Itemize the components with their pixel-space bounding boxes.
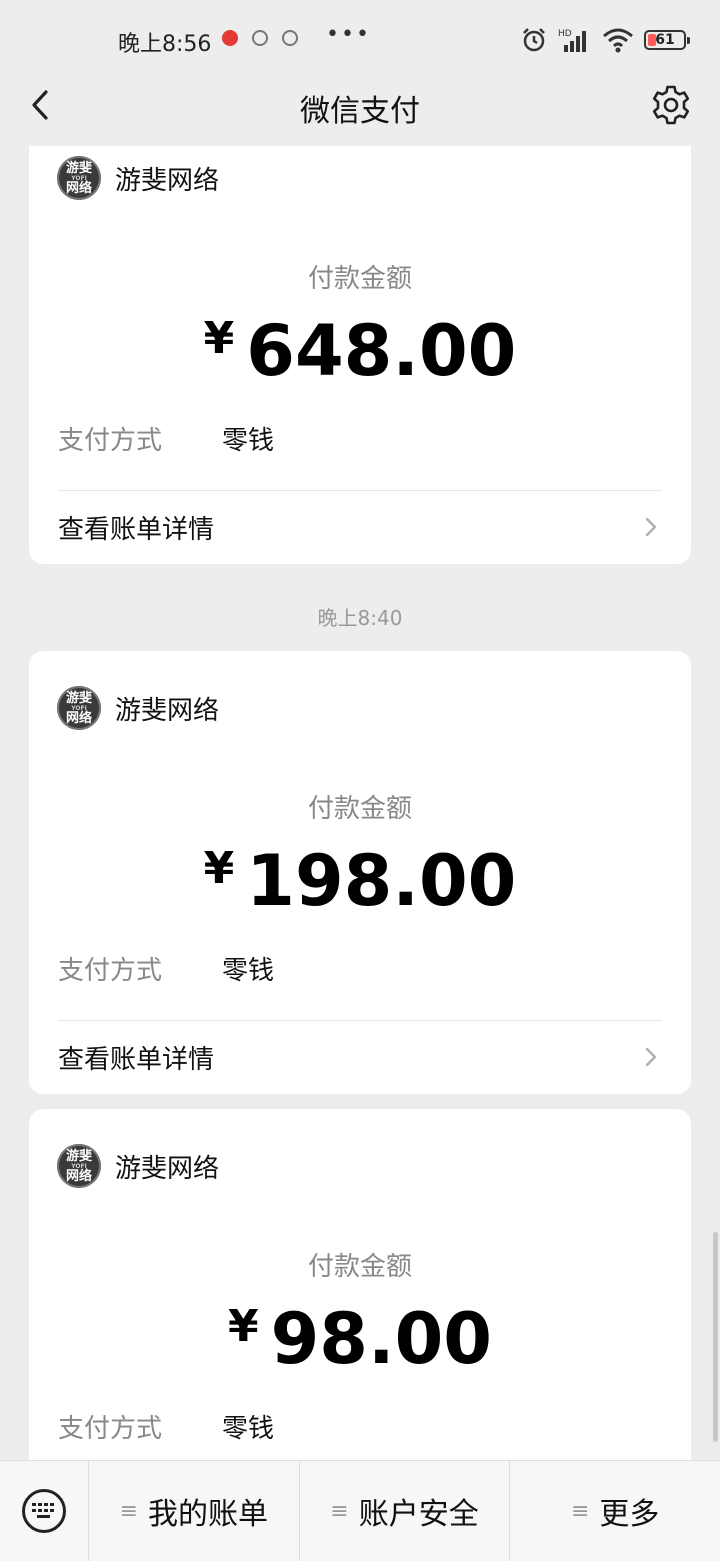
view-bill-details-button[interactable]: 查看账单详情 [58, 491, 662, 563]
merchant-name: 游斐网络 [115, 165, 220, 196]
payment-card: 游斐 YOFI 网络 游斐网络 付款金额 ¥198.00 支付方式 零钱 查看账… [29, 651, 691, 1094]
notification-icons [222, 30, 298, 46]
amount-value: 98.00 [270, 1298, 493, 1380]
logo-text-top: 游斐 [65, 160, 92, 176]
menu-icon: ≡ [570, 1498, 590, 1524]
wifi-icon [603, 28, 633, 53]
logo-text-top: 游斐 [65, 1148, 92, 1164]
payment-method-row: 支付方式 零钱 [58, 950, 274, 987]
logo-text-bottom: 网络 [65, 1168, 92, 1184]
merchant-name: 游斐网络 [115, 1153, 220, 1184]
app-notification-icon [222, 30, 238, 46]
menu-account-security[interactable]: ≡ 账户安全 [298, 1461, 510, 1561]
logo-text-bottom: 网络 [65, 180, 92, 196]
payment-method-label: 支付方式 [58, 1414, 163, 1444]
system-status-icons: HD 61 [520, 26, 690, 54]
menu-icon: ≡ [330, 1498, 349, 1524]
payment-method-row: 支付方式 零钱 [58, 420, 274, 457]
payment-amount: ¥198.00 [29, 840, 691, 922]
payment-method-label: 支付方式 [58, 956, 163, 986]
amount-label: 付款金额 [307, 264, 412, 294]
more-notifications-icon: ••• [326, 22, 371, 47]
merchant-logo: 游斐 YOFI 网络 [57, 156, 101, 200]
chevron-right-icon [645, 1047, 657, 1067]
status-time: 晚上8:56 [118, 32, 212, 57]
view-bill-details-label: 查看账单详情 [58, 514, 215, 545]
page-title: 微信支付 [300, 94, 420, 129]
battery-level: 61 [655, 32, 675, 48]
logo-text-top: 游斐 [65, 690, 92, 706]
logo-text-bottom: 网络 [65, 710, 92, 726]
payment-method-label: 支付方式 [58, 426, 163, 456]
svg-text:HD: HD [558, 29, 572, 39]
status-bar: 晚上8:56 ••• HD 61 [0, 0, 720, 80]
gear-icon [652, 85, 690, 125]
currency-symbol: ¥ [203, 843, 235, 894]
amount-value: 198.00 [246, 840, 517, 922]
alarm-icon [523, 28, 545, 52]
menu-label: 我的账单 [148, 1497, 269, 1532]
navigation-bar: 微信支付 [0, 70, 720, 140]
menu-label: 账户安全 [358, 1497, 479, 1532]
scrollbar[interactable] [713, 1232, 718, 1442]
menu-my-bills[interactable]: ≡ 我的账单 [88, 1461, 299, 1561]
menu-label: 更多 [599, 1497, 660, 1532]
merchant-name: 游斐网络 [115, 695, 220, 726]
view-bill-details-button[interactable]: 查看账单详情 [58, 1021, 662, 1093]
payment-method-value: 零钱 [222, 426, 275, 456]
payment-amount: ¥648.00 [29, 310, 691, 392]
currency-symbol: ¥ [203, 313, 235, 364]
payment-amount: ¥98.00 [29, 1298, 691, 1380]
payment-method-row: 支付方式 零钱 [58, 1408, 274, 1445]
currency-symbol: ¥ [227, 1301, 259, 1352]
battery-icon: 61 [644, 30, 690, 50]
chevron-right-icon [645, 517, 657, 537]
play-notification-icon [252, 30, 268, 46]
signal-icon: HD [558, 29, 586, 52]
keyboard-toggle-button[interactable] [0, 1461, 88, 1561]
merchant-header: 游斐 YOFI 网络 游斐网络 [57, 1144, 219, 1188]
payment-card: 游斐 YOFI 网络 游斐网络 付款金额 ¥648.00 支付方式 零钱 查看账… [29, 146, 691, 564]
keyboard-icon [22, 1489, 66, 1533]
merchant-header: 游斐 YOFI 网络 游斐网络 [57, 156, 219, 200]
menu-icon: ≡ [119, 1498, 139, 1524]
amount-label: 付款金额 [307, 794, 412, 824]
merchant-logo: 游斐 YOFI 网络 [57, 686, 101, 730]
amount-value: 648.00 [246, 310, 517, 392]
view-bill-details-label: 查看账单详情 [58, 1044, 215, 1075]
merchant-header: 游斐 YOFI 网络 游斐网络 [57, 686, 219, 730]
merchant-logo: 游斐 YOFI 网络 [57, 1144, 101, 1188]
settings-button[interactable] [648, 82, 694, 128]
menu-more[interactable]: ≡ 更多 [509, 1461, 720, 1561]
payment-method-value: 零钱 [222, 956, 275, 986]
bottom-menu-bar: ≡ 我的账单 ≡ 账户安全 ≡ 更多 [0, 1460, 720, 1561]
app-notification-icon-2 [282, 30, 298, 46]
message-timestamp: 晚上8:40 [317, 606, 403, 630]
payment-card: 游斐 YOFI 网络 游斐网络 付款金额 ¥98.00 支付方式 零钱 [29, 1109, 691, 1469]
amount-label: 付款金额 [307, 1252, 412, 1282]
payment-method-value: 零钱 [222, 1414, 275, 1444]
